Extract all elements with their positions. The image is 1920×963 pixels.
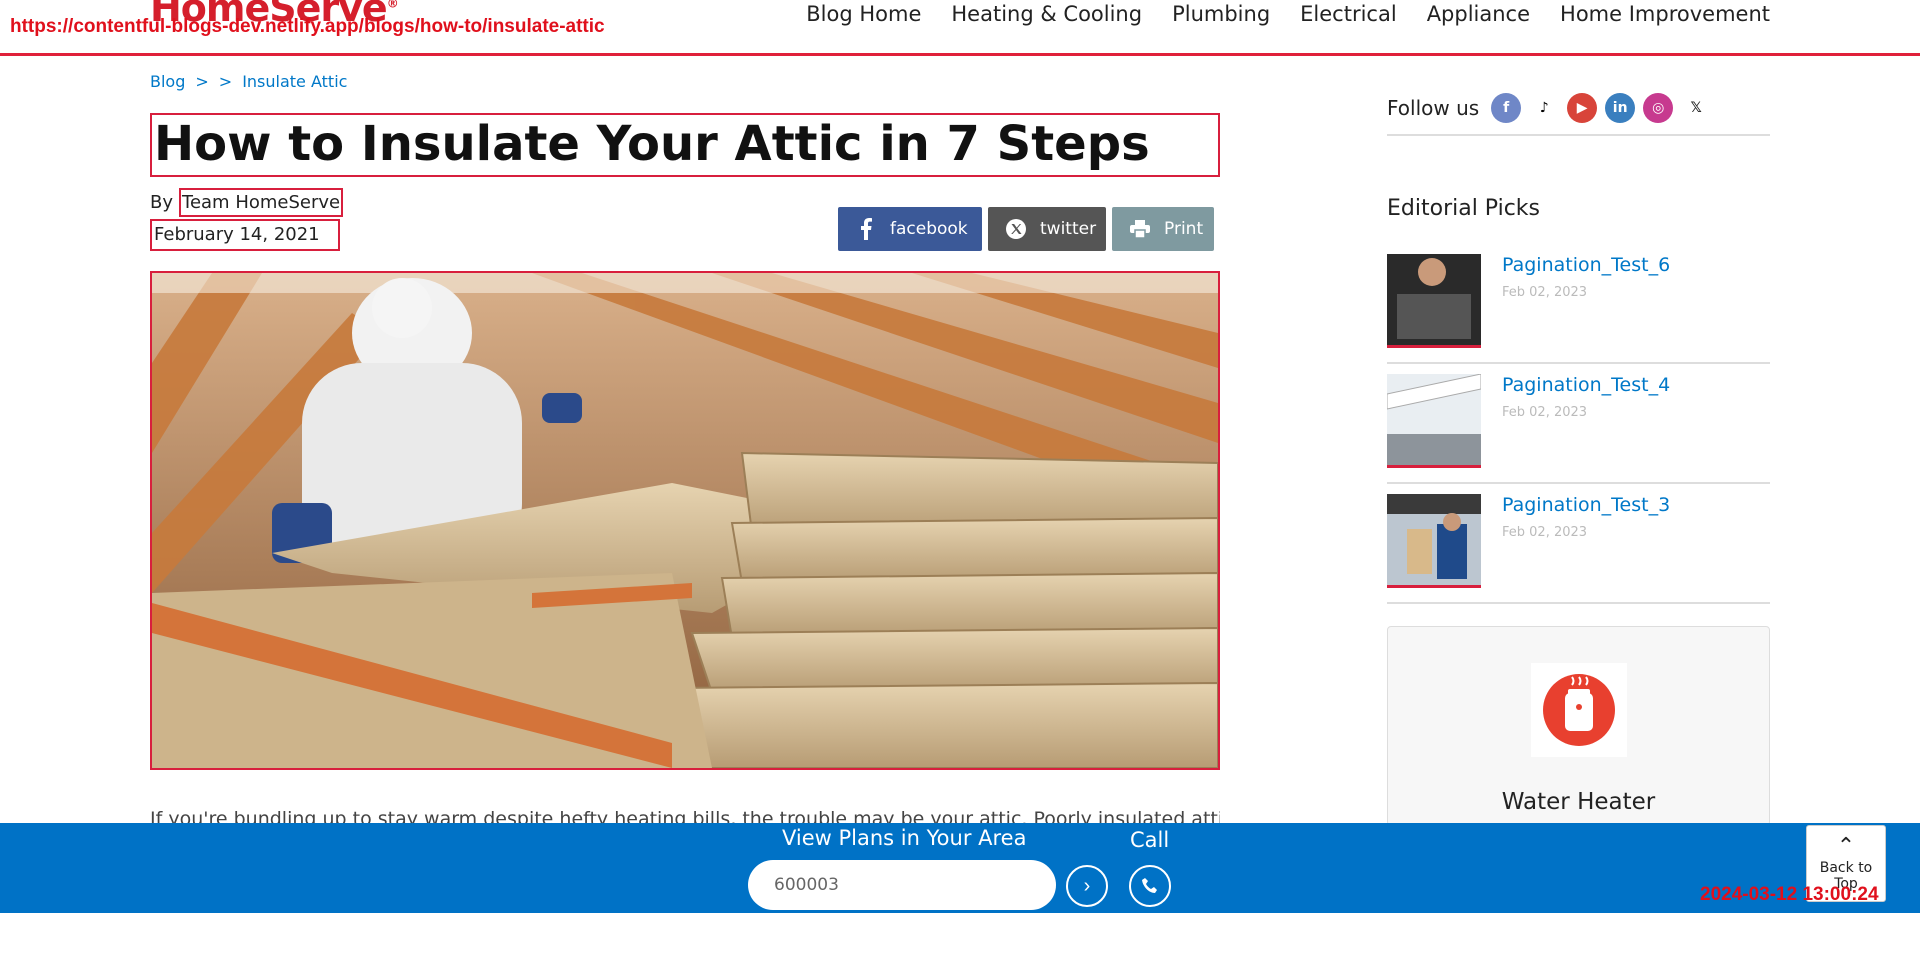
- view-plans-bar: View Plans in Your Area › Call: [0, 823, 1920, 913]
- editorial-pick[interactable]: Pagination_Test_6 Feb 02, 2023: [1387, 254, 1770, 364]
- water-heater-icon: [1531, 663, 1627, 757]
- editorial-pick[interactable]: Pagination_Test_3 Feb 02, 2023: [1387, 494, 1770, 604]
- editorial-pick[interactable]: Pagination_Test_4 Feb 02, 2023: [1387, 374, 1770, 484]
- nav-home-improvement[interactable]: Home Improvement: [1560, 0, 1770, 28]
- main-nav: Blog Home Heating & Cooling Plumbing Ele…: [806, 0, 1770, 28]
- breadcrumb-blog[interactable]: Blog: [150, 72, 185, 91]
- nav-blog-home[interactable]: Blog Home: [806, 0, 921, 28]
- author-name[interactable]: Team HomeServe: [179, 188, 344, 217]
- linkedin-icon[interactable]: in: [1605, 93, 1636, 123]
- print-label: Print: [1164, 219, 1204, 239]
- pick-thumbnail[interactable]: [1387, 374, 1481, 468]
- editorial-picks-title: Editorial Picks: [1387, 196, 1541, 221]
- byline: By Team HomeServe: [150, 188, 344, 217]
- pick-thumbnail[interactable]: [1387, 494, 1481, 588]
- water-heater-card[interactable]: Water Heater: [1387, 626, 1770, 826]
- water-heater-title: Water Heater: [1501, 789, 1656, 815]
- phone-icon: [1142, 878, 1157, 893]
- nav-appliance[interactable]: Appliance: [1427, 0, 1530, 28]
- share-twitter-button[interactable]: twitter: [988, 207, 1106, 251]
- pick-date: Feb 02, 2023: [1502, 525, 1588, 540]
- x-icon[interactable]: 𝕏: [1681, 93, 1712, 123]
- pick-title[interactable]: Pagination_Test_4: [1502, 374, 1670, 396]
- call-button[interactable]: [1129, 865, 1171, 907]
- hero-image-attic-insulation: [150, 271, 1220, 770]
- zip-code-input[interactable]: [748, 860, 1056, 910]
- x-icon: [998, 218, 1034, 240]
- view-plans-label: View Plans in Your Area: [782, 826, 1027, 850]
- nav-electrical[interactable]: Electrical: [1300, 0, 1397, 28]
- nav-heating-cooling[interactable]: Heating & Cooling: [951, 0, 1142, 28]
- facebook-icon[interactable]: f: [1491, 93, 1522, 123]
- nav-plumbing[interactable]: Plumbing: [1172, 0, 1270, 28]
- pick-date: Feb 02, 2023: [1502, 405, 1588, 420]
- youtube-icon[interactable]: ▶: [1567, 93, 1598, 123]
- follow-us: Follow us f ♪ ▶ in ◎ 𝕏: [1387, 82, 1770, 136]
- share-facebook-label: facebook: [890, 219, 968, 239]
- zip-submit-button[interactable]: ›: [1066, 865, 1108, 907]
- tiktok-icon[interactable]: ♪: [1529, 93, 1560, 123]
- follow-label: Follow us: [1387, 96, 1480, 120]
- publish-date: February 14, 2021: [150, 219, 340, 251]
- printer-icon: [1122, 220, 1158, 238]
- instagram-icon[interactable]: ◎: [1643, 93, 1674, 123]
- article-title: How to Insulate Your Attic in 7 Steps: [154, 116, 1150, 172]
- url-overlay: https://contentful-blogs-dev.netlify.app…: [10, 16, 605, 37]
- article-title-box: How to Insulate Your Attic in 7 Steps: [150, 113, 1220, 177]
- pick-title[interactable]: Pagination_Test_6: [1502, 254, 1670, 276]
- pick-thumbnail[interactable]: [1387, 254, 1481, 348]
- pick-title[interactable]: Pagination_Test_3: [1502, 494, 1670, 516]
- share-twitter-label: twitter: [1040, 219, 1097, 239]
- chevron-up-icon: ⌃: [1836, 834, 1856, 859]
- call-label: Call: [1130, 828, 1170, 852]
- breadcrumb-separator: >: [218, 72, 233, 91]
- by-label: By: [150, 192, 174, 213]
- pick-date: Feb 02, 2023: [1502, 285, 1588, 300]
- facebook-icon: [848, 218, 884, 240]
- breadcrumb: Blog > > Insulate Attic: [150, 72, 347, 91]
- screenshot-timestamp: 2024-03-12 13:00:24: [1700, 884, 1879, 905]
- breadcrumb-current[interactable]: Insulate Attic: [242, 72, 347, 91]
- share-facebook-button[interactable]: facebook: [838, 207, 982, 251]
- chevron-right-icon: ›: [1083, 874, 1091, 897]
- breadcrumb-separator: >: [195, 72, 209, 91]
- site-header: HomeServe® https://contentful-blogs-dev.…: [0, 0, 1920, 56]
- print-button[interactable]: Print: [1112, 207, 1214, 251]
